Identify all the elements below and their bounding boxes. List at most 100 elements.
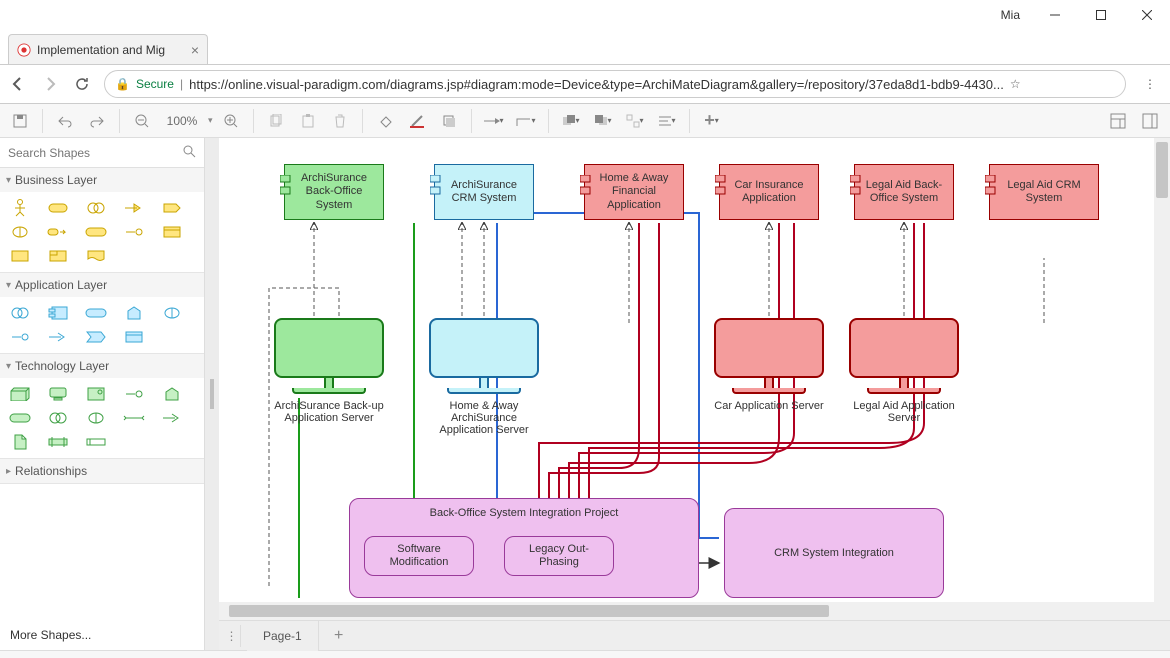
workpkg-software-modification[interactable]: Software Modification [364,536,474,576]
stencil-app-function-icon[interactable] [122,305,146,321]
component-archisurance-backoffice[interactable]: ArchiSurance Back-Office System [284,164,384,220]
palette-application-header[interactable]: ▾Application Layer [0,273,204,297]
search-shapes-box[interactable] [0,138,204,168]
search-shapes-input[interactable] [8,146,182,160]
connector-style-button[interactable]: ▾ [512,107,540,135]
stencil-actor-icon[interactable] [8,200,32,216]
paste-button[interactable] [294,107,322,135]
plateau-crm-integration[interactable]: CRM System Integration [724,508,944,598]
stencil-artifact-icon[interactable] [8,434,32,450]
component-home-away-financial[interactable]: Home & Away Financial Application [584,164,684,220]
page-menu-button[interactable]: ⋮ [223,625,241,647]
stencil-app-interface-icon[interactable] [8,329,32,345]
stencil-node-icon[interactable] [8,386,32,402]
fill-button[interactable] [371,107,399,135]
stencil-path-icon[interactable] [122,410,146,426]
favicon-icon [17,43,31,57]
canvas-horizontal-scrollbar[interactable] [219,602,1170,620]
stencil-function-icon[interactable] [8,224,32,240]
stencil-role-icon[interactable] [46,200,70,216]
stencil-contract-icon[interactable] [8,248,32,264]
shadow-button[interactable] [435,107,463,135]
to-back-button[interactable]: ▾ [589,107,617,135]
stencil-device-icon[interactable] [46,386,70,402]
component-car-insurance[interactable]: Car Insurance Application [719,164,819,220]
palette-relationships-header[interactable]: ▸Relationships [0,459,204,483]
stencil-interaction-icon[interactable] [46,224,70,240]
stencil-syssw-icon[interactable] [84,386,108,402]
stencil-app-interaction-icon[interactable] [160,305,184,321]
align-button[interactable]: ▾ [653,107,681,135]
stencil-app-collab-icon[interactable] [8,305,32,321]
palette-label: Technology Layer [15,359,109,373]
url-box[interactable]: 🔒 Secure | https://online.visual-paradig… [104,70,1126,98]
stencil-app-process-icon[interactable] [46,329,70,345]
browser-tab[interactable]: Implementation and Mig × [8,34,208,64]
stencil-product-icon[interactable] [46,248,70,264]
stencil-app-data-icon[interactable] [122,329,146,345]
window-minimize-button[interactable] [1032,0,1078,30]
group-button[interactable]: ▾ [621,107,649,135]
stencil-network-icon[interactable] [46,434,70,450]
page-tab[interactable]: Page-1 [247,621,319,651]
undo-button[interactable] [51,107,79,135]
page-add-button[interactable]: + [325,627,353,645]
stroke-button[interactable] [403,107,431,135]
tab-close-icon[interactable]: × [191,42,199,58]
add-button[interactable]: +▾ [698,107,726,135]
connector-end-button[interactable]: ▾ [480,107,508,135]
stencil-commpath-icon[interactable] [84,434,108,450]
bookmark-star-icon[interactable]: ☆ [1010,77,1021,91]
component-legal-aid-backoffice[interactable]: Legal Aid Back-Office System [854,164,954,220]
canvas-vertical-scrollbar[interactable] [1154,138,1170,602]
diagram-canvas[interactable]: ArchiSurance Back-Office System ArchiSur… [219,138,1170,602]
stencil-event-icon[interactable] [122,224,146,240]
zoom-in-button[interactable] [217,107,245,135]
window-close-button[interactable] [1124,0,1170,30]
device-home-away-server[interactable] [429,318,539,398]
stencil-process-icon[interactable] [160,200,184,216]
device-label: Legal Aid Application Server [844,400,964,424]
stencil-tech-collab-icon[interactable] [46,410,70,426]
copy-button[interactable] [262,107,290,135]
device-legal-aid-server[interactable] [849,318,959,398]
stencil-tech-function-icon[interactable] [160,386,184,402]
sidebar-splitter[interactable] [205,138,219,650]
zoom-out-button[interactable] [128,107,156,135]
stencil-service-icon[interactable] [84,224,108,240]
stencil-app-service-icon[interactable] [84,305,108,321]
stencil-representation-icon[interactable] [84,248,108,264]
window-maximize-button[interactable] [1078,0,1124,30]
search-icon[interactable] [182,144,196,161]
stencil-app-component-icon[interactable] [46,305,70,321]
stencil-tech-service-icon[interactable] [8,410,32,426]
format-panel-button[interactable] [1104,107,1132,135]
outline-panel-button[interactable] [1136,107,1164,135]
stencil-tech-interaction-icon[interactable] [84,410,108,426]
stencil-collab-icon[interactable] [84,200,108,216]
redo-button[interactable] [83,107,111,135]
stencil-interface-arrow-icon[interactable] [122,200,146,216]
component-archisurance-crm[interactable]: ArchiSurance CRM System [434,164,534,220]
more-shapes-button[interactable]: More Shapes... [0,620,204,650]
stencil-object-icon[interactable] [160,224,184,240]
nav-reload-button[interactable] [72,74,92,94]
palette-technology-header[interactable]: ▾Technology Layer [0,354,204,378]
component-legal-aid-crm[interactable]: Legal Aid CRM System [989,164,1099,220]
device-car-server[interactable] [714,318,824,398]
device-backup-server[interactable] [274,318,384,398]
window-titlebar: Mia [0,0,1170,30]
zoom-level[interactable]: 100% [160,114,204,128]
palette-label: Relationships [15,464,87,478]
palette-business-header[interactable]: ▾Business Layer [0,168,204,192]
stencil-tech-interface-icon[interactable] [122,386,146,402]
palette-application-body [0,297,204,353]
workpkg-legacy-out-phasing[interactable]: Legacy Out-Phasing [504,536,614,576]
save-button[interactable] [6,107,34,135]
stencil-app-event-icon[interactable] [84,329,108,345]
stencil-tech-process-icon[interactable] [160,410,184,426]
delete-button[interactable] [326,107,354,135]
to-front-button[interactable]: ▾ [557,107,585,135]
browser-menu-button[interactable]: ⋮ [1138,77,1162,91]
nav-back-button[interactable] [8,74,28,94]
